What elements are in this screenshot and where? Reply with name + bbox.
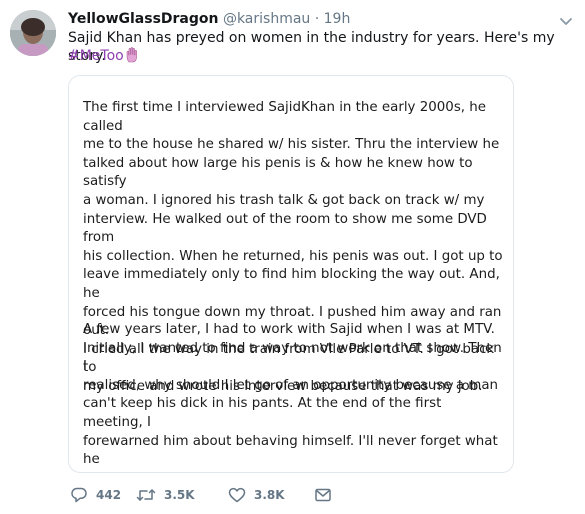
user-handle[interactable]: @karishmau [223, 11, 310, 27]
like-button[interactable]: 3.8K [228, 484, 285, 506]
retweet-icon [136, 486, 156, 504]
like-count: 3.8K [254, 488, 285, 502]
retweet-button[interactable]: 3.5K [136, 484, 195, 506]
avatar[interactable] [10, 10, 56, 56]
display-name[interactable]: YellowGlassDragon [68, 11, 218, 27]
envelope-icon [314, 486, 332, 504]
hashtag-line: #MeToo [68, 47, 139, 68]
tweet-text: Sajid Khan has preyed on women in the in… [68, 30, 555, 64]
chevron-down-icon[interactable] [559, 12, 573, 25]
story-paragraph: A few years later, I had to work with Sa… [83, 322, 502, 472]
tweet[interactable]: YellowGlassDragon @karishmau · 19h Sajid… [0, 0, 585, 514]
heart-icon [228, 486, 246, 504]
reply-button[interactable]: 442 [70, 484, 121, 506]
retweet-count: 3.5K [164, 488, 195, 502]
tweet-timestamp[interactable]: 19h [324, 11, 351, 27]
tweet-actions: 442 3.5K 3.8K [68, 484, 468, 506]
separator-dot: · [314, 11, 320, 27]
reply-icon [70, 486, 88, 504]
tweet-header: YellowGlassDragon @karishmau · 19h [68, 10, 555, 30]
reply-count: 442 [96, 488, 122, 502]
hashtag-link[interactable]: #MeToo [68, 48, 124, 64]
raised-hand-icon [126, 47, 139, 68]
direct-message-button[interactable] [314, 484, 332, 506]
tweet-image-card[interactable]: The first time I interviewed SajidKhan i… [68, 75, 514, 473]
